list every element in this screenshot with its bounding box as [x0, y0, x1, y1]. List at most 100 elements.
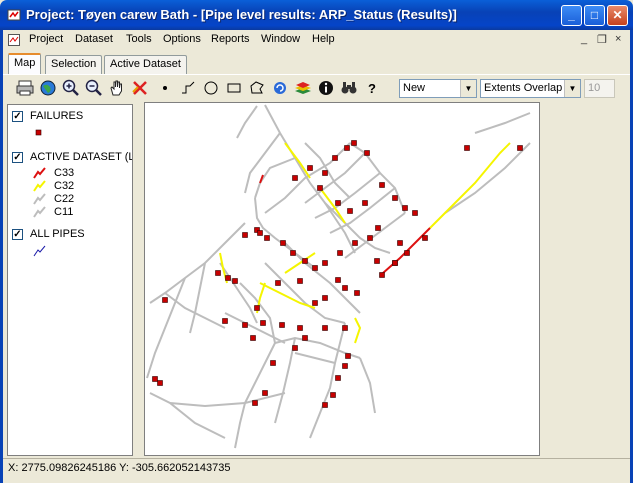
mdi-minimize-button[interactable]: _: [581, 33, 587, 45]
failure-marker[interactable]: [290, 250, 296, 256]
failure-marker[interactable]: [307, 165, 313, 171]
failure-marker[interactable]: [379, 182, 385, 188]
layer-label-active-dataset[interactable]: ACTIVE DATASET (L: [30, 151, 132, 163]
refresh-icon[interactable]: [270, 78, 290, 98]
failure-marker[interactable]: [322, 260, 328, 266]
failure-marker[interactable]: [279, 322, 285, 328]
failure-marker[interactable]: [297, 278, 303, 284]
map-view[interactable]: [144, 102, 540, 456]
failure-marker[interactable]: [362, 200, 368, 206]
layers-icon[interactable]: [293, 78, 313, 98]
failure-marker[interactable]: [332, 155, 338, 161]
select-circle-icon[interactable]: [201, 78, 221, 98]
failure-marker[interactable]: [335, 277, 341, 283]
failure-marker[interactable]: [379, 272, 385, 278]
failure-marker[interactable]: [322, 170, 328, 176]
failure-marker[interactable]: [262, 390, 268, 396]
printer-icon[interactable]: [15, 78, 35, 98]
layer-checkbox-failures[interactable]: ✓: [12, 111, 23, 122]
failure-marker[interactable]: [347, 208, 353, 214]
help-icon[interactable]: ?: [362, 78, 382, 98]
failure-marker[interactable]: [260, 320, 266, 326]
failure-marker[interactable]: [397, 240, 403, 246]
failure-marker[interactable]: [250, 335, 256, 341]
failure-marker[interactable]: [412, 210, 418, 216]
failure-marker[interactable]: [345, 353, 351, 359]
failure-marker[interactable]: [297, 325, 303, 331]
failure-marker[interactable]: [302, 335, 308, 341]
failure-marker[interactable]: [392, 195, 398, 201]
selection-mode-dropdown[interactable]: New ▼: [399, 79, 477, 98]
failure-marker[interactable]: [275, 280, 281, 286]
select-point-icon[interactable]: [155, 78, 175, 98]
failure-marker[interactable]: [322, 295, 328, 301]
failure-marker[interactable]: [222, 318, 228, 324]
failure-marker[interactable]: [392, 260, 398, 266]
failure-marker[interactable]: [215, 270, 221, 276]
failure-marker[interactable]: [292, 345, 298, 351]
layer-checkbox-all-pipes[interactable]: ✓: [12, 229, 23, 240]
failure-marker[interactable]: [422, 235, 428, 241]
failure-marker[interactable]: [464, 145, 470, 151]
failure-marker[interactable]: [322, 402, 328, 408]
menu-reports[interactable]: Reports: [211, 33, 250, 45]
title-bar[interactable]: Project: Tøyen carew Bath - [Pipe level …: [0, 0, 633, 30]
extent-mode-dropdown[interactable]: Extents Overlap ▼: [480, 79, 581, 98]
tab-map[interactable]: Map: [8, 53, 42, 74]
failure-marker[interactable]: [374, 258, 380, 264]
tolerance-input[interactable]: 10: [584, 79, 615, 98]
failure-marker[interactable]: [232, 278, 238, 284]
failure-marker[interactable]: [312, 265, 318, 271]
zoom-in-icon[interactable]: [61, 78, 81, 98]
menu-options[interactable]: Options: [163, 33, 201, 45]
failure-marker[interactable]: [302, 258, 308, 264]
mdi-close-button[interactable]: ×: [615, 33, 621, 45]
select-line-icon[interactable]: [178, 78, 198, 98]
failure-marker[interactable]: [367, 235, 373, 241]
failure-marker[interactable]: [152, 376, 158, 382]
layer-label-failures[interactable]: FAILURES: [30, 110, 83, 122]
mdi-restore-button[interactable]: ❐: [597, 33, 607, 46]
failure-marker[interactable]: [252, 400, 258, 406]
clear-selection-icon[interactable]: [130, 78, 150, 98]
zoom-out-icon[interactable]: [84, 78, 104, 98]
failure-marker[interactable]: [270, 360, 276, 366]
failure-marker[interactable]: [335, 375, 341, 381]
menu-tools[interactable]: Tools: [126, 33, 152, 45]
info-icon[interactable]: [316, 78, 336, 98]
failure-marker[interactable]: [342, 363, 348, 369]
layer-checkbox-active-dataset[interactable]: ✓: [12, 152, 23, 163]
failure-marker[interactable]: [335, 200, 341, 206]
failure-marker[interactable]: [337, 250, 343, 256]
globe-icon[interactable]: [38, 78, 58, 98]
failure-marker[interactable]: [162, 297, 168, 303]
select-polygon-icon[interactable]: [247, 78, 267, 98]
tab-active-dataset[interactable]: Active Dataset: [104, 55, 187, 74]
failure-marker[interactable]: [157, 380, 163, 386]
failure-marker[interactable]: [292, 175, 298, 181]
failure-marker[interactable]: [312, 300, 318, 306]
menu-project[interactable]: Project: [29, 33, 63, 45]
failure-marker[interactable]: [375, 225, 381, 231]
failure-marker[interactable]: [342, 285, 348, 291]
failure-marker[interactable]: [225, 275, 231, 281]
failure-marker[interactable]: [404, 250, 410, 256]
failure-marker[interactable]: [330, 392, 336, 398]
find-icon[interactable]: [339, 78, 359, 98]
failure-marker[interactable]: [254, 305, 260, 311]
failure-marker[interactable]: [354, 290, 360, 296]
tab-selection[interactable]: Selection: [45, 55, 103, 74]
failure-marker[interactable]: [264, 235, 270, 241]
menu-window[interactable]: Window: [261, 33, 300, 45]
failure-marker[interactable]: [352, 240, 358, 246]
menu-dataset[interactable]: Dataset: [75, 33, 113, 45]
maximize-button[interactable]: □: [584, 5, 605, 26]
failure-marker[interactable]: [242, 232, 248, 238]
failure-marker[interactable]: [344, 145, 350, 151]
failure-marker[interactable]: [342, 325, 348, 331]
layer-label-all-pipes[interactable]: ALL PIPES: [30, 228, 85, 240]
failure-marker[interactable]: [364, 150, 370, 156]
panel-splitter[interactable]: [134, 104, 144, 456]
minimize-button[interactable]: _: [561, 5, 582, 26]
menu-help[interactable]: Help: [312, 33, 335, 45]
